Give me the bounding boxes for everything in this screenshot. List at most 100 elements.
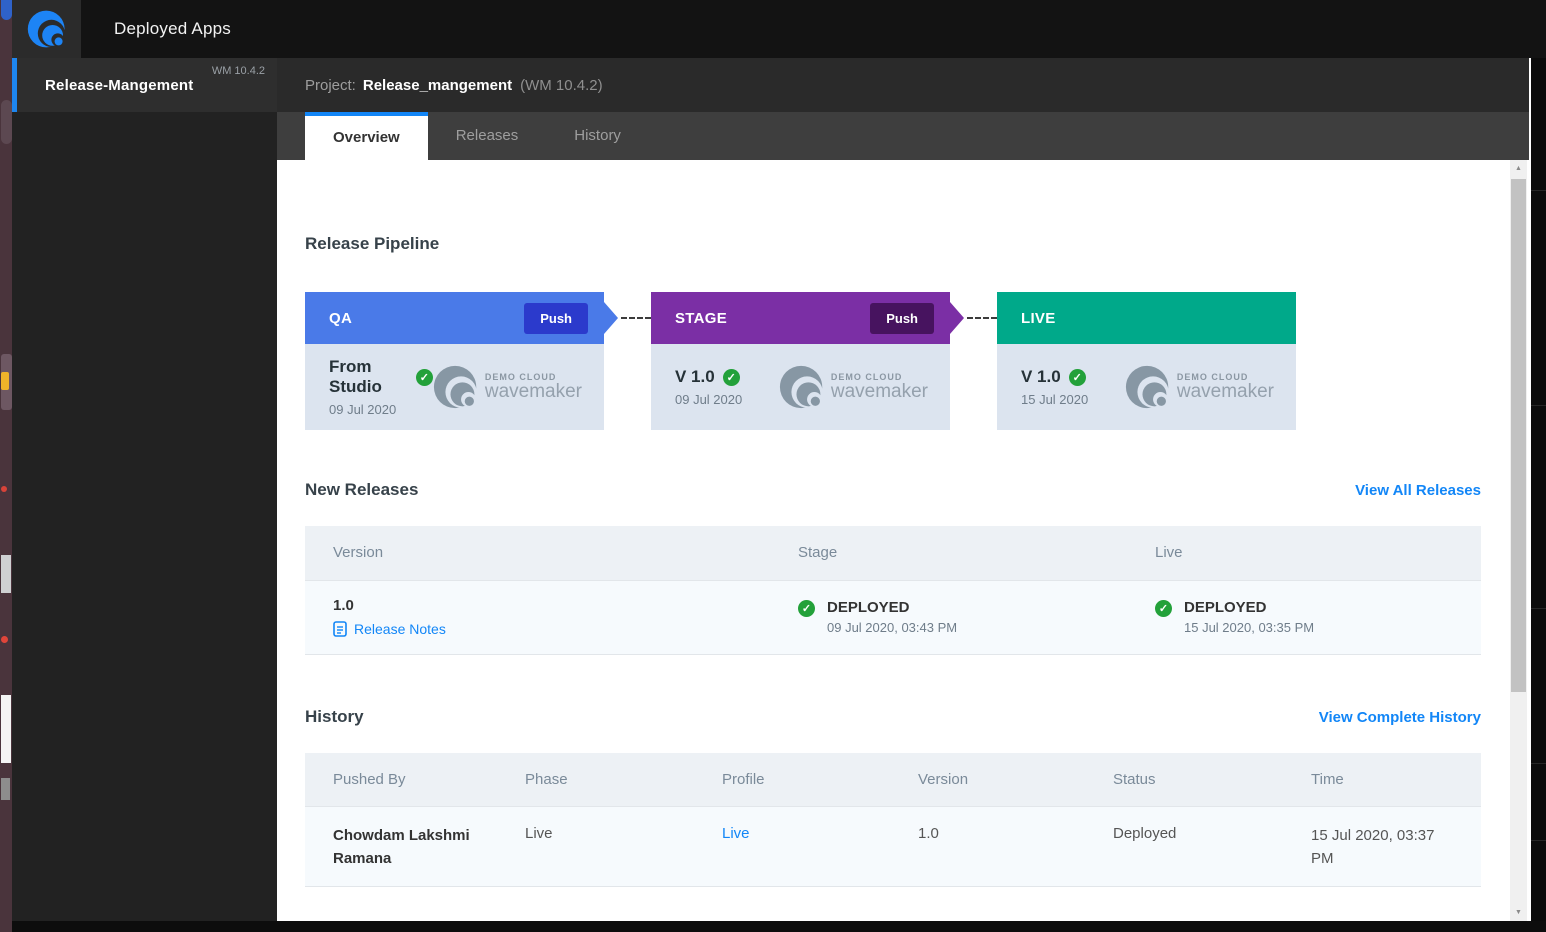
- bottom-edge-bar: [12, 921, 1546, 932]
- tab-releases[interactable]: Releases: [428, 112, 547, 160]
- dock-notification-dot: [1, 636, 8, 643]
- dock-icon-fragment: [1, 778, 10, 800]
- pipeline-connector: [967, 317, 997, 319]
- sidebar-item-project[interactable]: Release-Mangement WM 10.4.2: [12, 58, 277, 112]
- col-version: Version: [305, 526, 770, 580]
- pipeline-card-live: LIVE V 1.0 ✓ 15 Jul 2020: [997, 292, 1296, 430]
- check-icon: ✓: [1069, 369, 1086, 386]
- stage-card-body: V 1.0 ✓ 09 Jul 2020: [651, 344, 950, 430]
- sidebar: Release-Mangement WM 10.4.2: [12, 58, 277, 932]
- wavemaker-logo-tile[interactable]: [12, 0, 81, 58]
- history-pushed-by: Chowdam Lakshmi Ramana: [333, 825, 497, 870]
- history-title: History: [305, 707, 364, 727]
- history-time: 15 Jul 2020, 03:37 PM: [1311, 825, 1451, 870]
- live-card-body: V 1.0 ✓ 15 Jul 2020: [997, 344, 1296, 430]
- qa-version: From Studio: [329, 357, 408, 397]
- pipeline-connector: [621, 317, 651, 319]
- scrollbar-thumb[interactable]: [1511, 179, 1526, 692]
- dock-icon-fragment: [1, 0, 12, 20]
- scroll-up-button[interactable]: ▲: [1510, 160, 1527, 177]
- page-title: Deployed Apps: [114, 19, 231, 39]
- tab-overview[interactable]: Overview: [305, 112, 428, 160]
- stage-push-button[interactable]: Push: [870, 303, 934, 334]
- live-stage-name: LIVE: [1021, 310, 1056, 327]
- new-releases-title: New Releases: [305, 480, 418, 500]
- tab-strip: Overview Releases History: [277, 112, 1529, 160]
- view-complete-history-link[interactable]: View Complete History: [1319, 709, 1481, 726]
- col-pushed-by: Pushed By: [305, 753, 497, 807]
- qa-card-header: QA Push: [305, 292, 604, 344]
- table-row: 1.0 Release Notes: [305, 580, 1481, 654]
- new-releases-table: Version Stage Live 1.0: [305, 526, 1481, 655]
- project-name: Release_mangement: [363, 77, 512, 94]
- history-profile-link[interactable]: Live: [722, 825, 890, 842]
- wavemaker-wave-icon: [1125, 364, 1171, 410]
- live-deploy-time: 15 Jul 2020, 03:35 PM: [1184, 620, 1314, 635]
- project-label: Project:: [305, 77, 356, 94]
- col-time: Time: [1283, 753, 1481, 807]
- right-edge-strip: [1531, 58, 1546, 932]
- tab-history[interactable]: History: [546, 112, 649, 160]
- stage-card-header: STAGE Push: [651, 292, 950, 344]
- scroll-down-button[interactable]: ▼: [1510, 904, 1527, 921]
- dock-icon-fragment: [1, 372, 9, 390]
- wavemaker-wave-icon: [779, 364, 825, 410]
- wavemaker-label: wavemaker: [1177, 381, 1274, 403]
- release-pipeline-title: Release Pipeline: [305, 160, 1529, 254]
- top-bar: Deployed Apps: [12, 0, 1546, 58]
- pipeline-card-stage: STAGE Push V 1.0 ✓ 09 Jul 2020: [651, 292, 950, 430]
- stage-version: V 1.0: [675, 367, 715, 387]
- history-status: Deployed: [1113, 825, 1283, 842]
- check-icon: ✓: [798, 600, 815, 617]
- sidebar-project-name: Release-Mangement: [45, 77, 193, 94]
- document-icon: [333, 621, 347, 637]
- pipeline-cards: QA Push From Studio ✓ 09 Jul 2020: [305, 292, 1296, 430]
- live-card-header: LIVE: [997, 292, 1296, 344]
- col-profile: Profile: [694, 753, 890, 807]
- stage-date: 09 Jul 2020: [675, 392, 742, 407]
- wavemaker-logo-icon: [27, 9, 67, 49]
- demo-cloud-logo: DEMO CLOUD wavemaker: [1125, 364, 1280, 410]
- stage-deploy-time: 09 Jul 2020, 03:43 PM: [827, 620, 957, 635]
- col-version: Version: [890, 753, 1085, 807]
- check-icon: ✓: [1155, 600, 1172, 617]
- release-notes-link[interactable]: Release Notes: [333, 621, 770, 637]
- wavemaker-label: wavemaker: [831, 381, 928, 403]
- live-deploy-status: DEPLOYED: [1184, 599, 1314, 616]
- dock-icon-fragment: [1, 555, 11, 593]
- vertical-scrollbar[interactable]: ▲ ▼: [1510, 160, 1527, 921]
- col-status: Status: [1085, 753, 1283, 807]
- dock-icon-fragment: [1, 695, 11, 763]
- pipeline-card-qa: QA Push From Studio ✓ 09 Jul 2020: [305, 292, 604, 430]
- check-icon: ✓: [416, 369, 433, 386]
- os-dock-edge: [0, 0, 12, 932]
- qa-date: 09 Jul 2020: [329, 402, 433, 417]
- stage-stage-name: STAGE: [675, 310, 727, 327]
- col-phase: Phase: [497, 753, 694, 807]
- project-header: Project: Release_mangement (WM 10.4.2): [277, 58, 1529, 112]
- live-date: 15 Jul 2020: [1021, 392, 1088, 407]
- stage-arrow-tip: [950, 302, 964, 334]
- history-table: Pushed By Phase Profile Version Status T…: [305, 753, 1481, 888]
- qa-stage-name: QA: [329, 310, 352, 327]
- qa-card-body: From Studio ✓ 09 Jul 2020: [305, 344, 604, 430]
- demo-cloud-logo: DEMO CLOUD wavemaker: [779, 364, 934, 410]
- main-panel: Project: Release_mangement (WM 10.4.2) O…: [277, 58, 1529, 932]
- qa-push-button[interactable]: Push: [524, 303, 588, 334]
- dock-notification-dot: [1, 486, 7, 492]
- project-version: (WM 10.4.2): [520, 77, 603, 94]
- release-version: 1.0: [333, 597, 770, 614]
- stage-deploy-status: DEPLOYED: [827, 599, 957, 616]
- release-notes-label: Release Notes: [354, 621, 446, 637]
- overview-content: Release Pipeline QA Push From Studio ✓ 0…: [277, 160, 1529, 932]
- sidebar-project-version: WM 10.4.2: [212, 65, 265, 77]
- content-right-divider: [1529, 58, 1531, 921]
- col-live: Live: [1127, 526, 1481, 580]
- dock-icon-fragment: [1, 100, 12, 144]
- wavemaker-label: wavemaker: [485, 381, 582, 403]
- wavemaker-wave-icon: [433, 364, 479, 410]
- view-all-releases-link[interactable]: View All Releases: [1355, 482, 1481, 499]
- history-version: 1.0: [918, 825, 1085, 842]
- history-phase: Live: [525, 825, 694, 842]
- check-icon: ✓: [723, 369, 740, 386]
